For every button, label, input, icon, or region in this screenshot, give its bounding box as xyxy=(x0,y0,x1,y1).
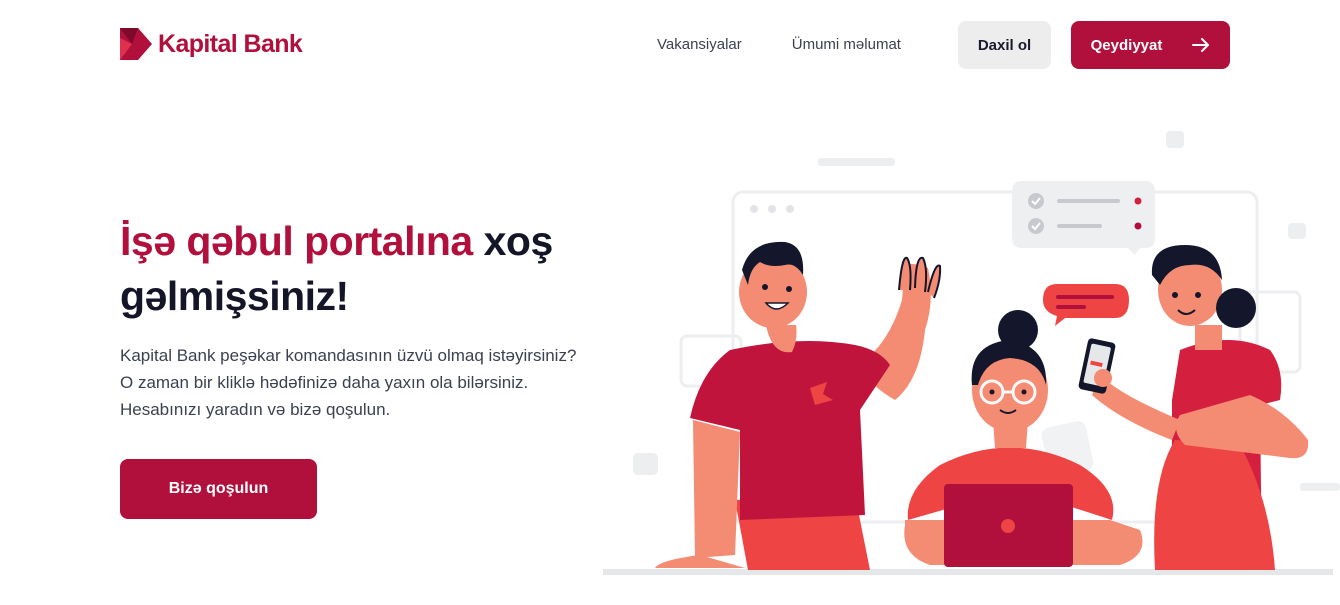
nav-link-vacancies[interactable]: Vakansiyalar xyxy=(657,36,742,53)
kapital-bank-k-logo-icon xyxy=(120,28,152,60)
checklist-card xyxy=(1012,181,1155,255)
join-us-button[interactable]: Bizə qoşulun xyxy=(120,459,317,519)
hero-title: İşə qəbul portalına xoş gəlmişsiniz! xyxy=(120,214,620,324)
hero-title-accent: İşə qəbul portalına xyxy=(120,218,473,264)
nav-link-general-info[interactable]: Ümumi məlumat xyxy=(792,36,901,53)
chat-bubble xyxy=(1043,284,1129,326)
site-header: Kapital Bank Vakansiyalar Ümumi məlumat … xyxy=(0,0,1340,90)
register-button-label: Qeydiyyat xyxy=(1090,36,1163,54)
main-nav: Vakansiyalar Ümumi məlumat xyxy=(657,36,901,53)
arrow-right-icon xyxy=(1192,38,1210,52)
hero-description-line: Hesabınızı yaradın və bizə qoşulun. xyxy=(120,400,391,419)
hero-description-line: O zaman bir kliklə hədəfinizə daha yaxın… xyxy=(120,373,529,392)
brand-name: Kapital Bank xyxy=(158,29,303,58)
register-button[interactable]: Qeydiyyat xyxy=(1071,21,1230,69)
login-button[interactable]: Daxil ol xyxy=(958,21,1051,69)
hero-description: Kapital Bank peşəkar komandasının üzvü o… xyxy=(120,342,600,423)
team-illustration xyxy=(603,131,1340,575)
brand-logo[interactable]: Kapital Bank xyxy=(120,28,303,60)
hero-description-line: Kapital Bank peşəkar komandasının üzvü o… xyxy=(120,346,577,365)
